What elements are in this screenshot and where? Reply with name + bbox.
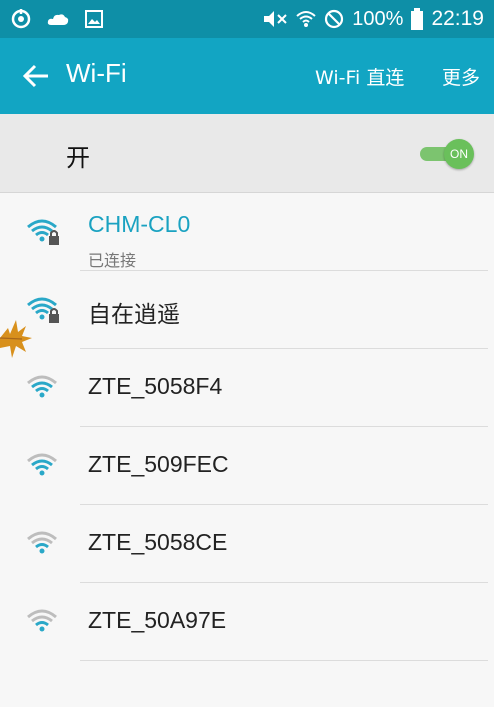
- maple-leaf-icon: [0, 320, 32, 358]
- more-button[interactable]: 更多: [442, 63, 480, 90]
- network-row-zte-509fec[interactable]: ZTE_509FEC: [0, 427, 494, 505]
- network-ssid: ZTE_5058CE: [88, 529, 228, 555]
- wifi-locked-icon: [27, 219, 59, 245]
- network-ssid: CHM-CL0: [88, 211, 191, 237]
- network-status: 已连接: [88, 251, 137, 270]
- wifi-signal-icon: [27, 531, 57, 554]
- wifi-signal-icon: [27, 453, 57, 476]
- back-arrow-icon[interactable]: [22, 62, 50, 90]
- page-title: Wi-Fi: [66, 58, 127, 88]
- network-ssid: ZTE_5058F4: [88, 373, 223, 399]
- weather-icon: [47, 14, 69, 25]
- network-row-chm-cl0[interactable]: CHM-CL0 已连接: [0, 193, 494, 271]
- wifi-direct-button[interactable]: Wi-Fi 直连: [315, 63, 404, 90]
- mute-icon: [264, 11, 287, 27]
- wifi-signal-icon: [27, 375, 57, 398]
- no-sim-icon: [325, 9, 344, 29]
- network-row-zte-50a97e[interactable]: ZTE_50A97E: [0, 583, 494, 661]
- toggle-knob: ON: [444, 139, 474, 169]
- network-row-zte-5058f4[interactable]: ZTE_5058F4: [0, 349, 494, 427]
- status-bar-left-icons: [10, 8, 104, 30]
- network-list: CHM-CL0 已连接 自在逍遥 ZTE_5058F4 ZTE_509FEC Z…: [0, 193, 494, 661]
- wifi-master-switch-row[interactable]: 开 ON: [0, 114, 494, 193]
- wifi-signal-icon: [27, 609, 57, 632]
- status-bar-right: 100% 22:19: [262, 0, 484, 38]
- battery-icon: [411, 8, 424, 30]
- network-row-zte-5058ce[interactable]: ZTE_5058CE: [0, 505, 494, 583]
- wifi-toggle[interactable]: ON: [420, 139, 474, 169]
- image-icon: [85, 10, 103, 28]
- network-row-zizaixiaoyao[interactable]: 自在逍遥: [0, 271, 494, 349]
- status-bar: 100% 22:19: [0, 0, 494, 38]
- clock: 22:19: [431, 7, 484, 30]
- master-switch-label: 开: [66, 144, 90, 172]
- app-bar: Wi-Fi Wi-Fi 直连 更多: [0, 38, 494, 114]
- network-ssid: 自在逍遥: [88, 301, 180, 327]
- sync-icon: [11, 9, 31, 29]
- battery-percent: 100%: [352, 7, 404, 30]
- network-ssid: ZTE_50A97E: [88, 607, 227, 633]
- wifi-status-icon: [296, 11, 316, 27]
- network-ssid: ZTE_509FEC: [88, 451, 229, 477]
- divider: [80, 660, 488, 661]
